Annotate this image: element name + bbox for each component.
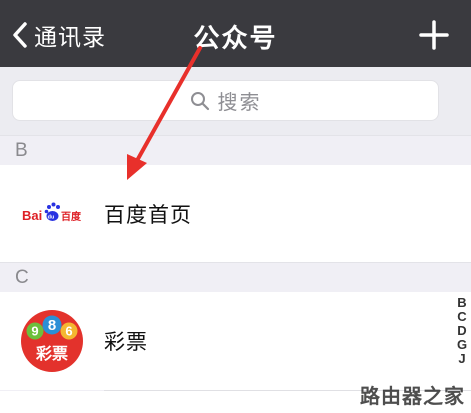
index-letter[interactable]: G — [455, 338, 469, 352]
lottery-logo: 9 8 6 彩票 — [21, 310, 83, 372]
index-letter[interactable]: J — [455, 352, 469, 366]
index-letter[interactable]: C — [455, 310, 469, 324]
section-header-c: C — [0, 262, 471, 292]
account-name: 彩票 — [104, 331, 148, 354]
account-name: 百度首页 — [104, 203, 192, 227]
search-input[interactable]: 搜索 — [12, 80, 439, 121]
search-icon — [190, 91, 209, 110]
search-placeholder: 搜索 — [217, 92, 262, 114]
navigation-bar: 通讯录 公众号 — [0, 0, 471, 67]
lottery-digit: 8 — [48, 317, 56, 334]
list-item-lottery[interactable]: 9 8 6 彩票 彩票 — [0, 292, 471, 390]
svg-text:du: du — [48, 214, 55, 220]
back-label: 通讯录 — [34, 24, 106, 50]
search-area: 搜索 — [0, 67, 471, 135]
chevron-left-icon — [13, 22, 27, 48]
baidu-logo: Bai du 百度 — [22, 199, 84, 229]
index-letter[interactable]: B — [455, 296, 469, 310]
svg-text:百度: 百度 — [61, 210, 82, 223]
index-letter[interactable]: D — [455, 324, 469, 338]
lottery-digit: 6 — [65, 324, 72, 339]
svg-text:Bai: Bai — [22, 208, 42, 223]
lottery-digit: 9 — [31, 324, 38, 339]
lottery-logo-text: 彩票 — [35, 344, 68, 363]
plus-icon[interactable] — [419, 20, 449, 50]
section-header-b: B — [0, 135, 471, 165]
alphabet-index[interactable]: B C D G J — [455, 296, 469, 366]
back-button[interactable]: 通讯录 — [12, 18, 106, 52]
list-item-partial[interactable] — [0, 391, 471, 413]
list-item-baidu[interactable]: Bai du 百度 百度首页 — [0, 165, 471, 262]
